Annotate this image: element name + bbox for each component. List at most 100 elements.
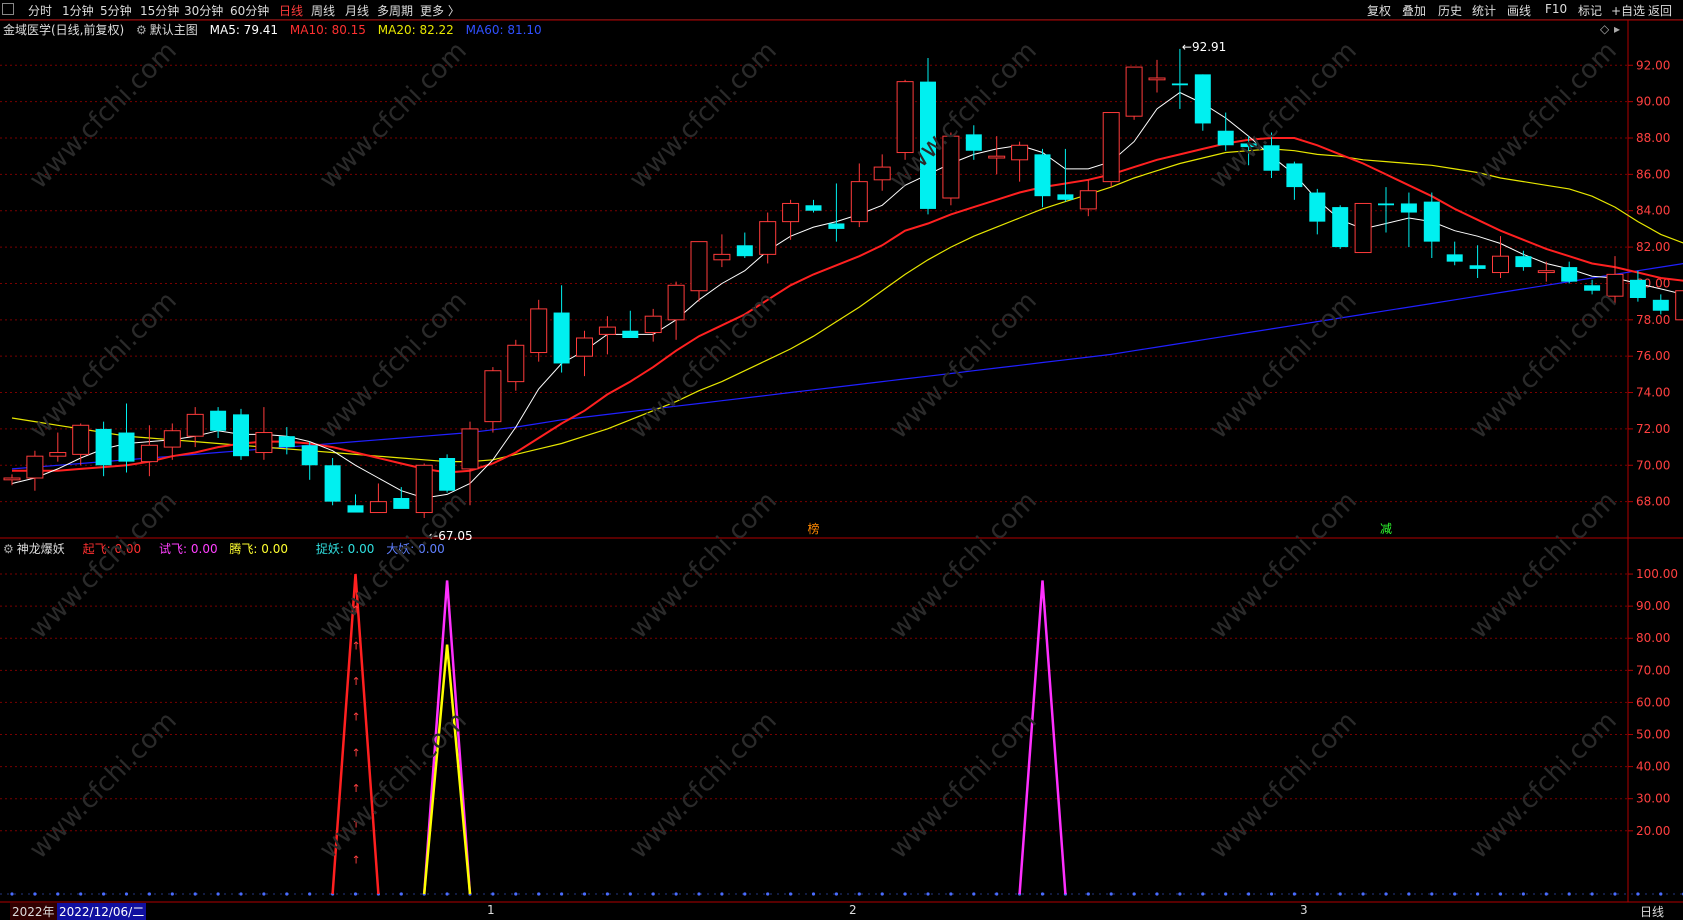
- baseline-dot: [582, 892, 587, 896]
- baseline-dot: [1384, 892, 1388, 896]
- watermark-text: www.cfchi.com: [24, 286, 183, 445]
- baseline-dot: [903, 892, 907, 896]
- candle-body: [1629, 279, 1646, 298]
- price-tick-label: 76.00: [1636, 349, 1670, 363]
- candle-body: [1240, 143, 1257, 148]
- price-tick-label: 82.00: [1636, 240, 1670, 254]
- indicator-tick-label: 60.00: [1636, 695, 1670, 709]
- toolbar-button-1[interactable]: 叠加: [1402, 2, 1426, 19]
- candle-body: [1263, 145, 1280, 171]
- candle-body: [186, 413, 204, 437]
- watermark-text: www.cfchi.com: [24, 36, 183, 195]
- event-label-jian: 减: [1380, 522, 1392, 536]
- baseline-dot: [1498, 892, 1503, 896]
- tab-8[interactable]: 月线: [345, 2, 369, 19]
- period-toolbar: 分时 1分钟 5分钟 15分钟 30分钟 60分钟 日线 周线 月线 多周期 更多 〉 复权 叠加 历史统…: [0, 0, 1683, 20]
- watermark-text: www.cfchi.com: [1464, 36, 1623, 195]
- baseline-dot: [1109, 892, 1113, 896]
- candle-body: [1515, 256, 1532, 268]
- price-tick-label: 72.00: [1636, 422, 1670, 436]
- rise-arrow-icon: ↑: [352, 604, 361, 617]
- kline-chart[interactable]: 68.00 70.00 72.00 74.00 76.00 78.00 80.00 82.00…: [0, 0, 1683, 917]
- baseline-dot: [376, 892, 380, 896]
- tab-4[interactable]: 30分钟: [184, 2, 223, 19]
- toolbar-button-8[interactable]: 返回: [1648, 2, 1672, 19]
- tab-5[interactable]: 60分钟: [230, 2, 269, 19]
- template-gear-icon[interactable]: ⚙: [136, 23, 147, 37]
- candle-body: [644, 315, 662, 334]
- price-tick-label: 80.00: [1636, 276, 1670, 290]
- watermark-text: www.cfchi.com: [884, 706, 1043, 865]
- toolbar-button-2[interactable]: 历史: [1438, 2, 1462, 19]
- toolbar-button-3[interactable]: 统计: [1472, 2, 1496, 19]
- tab-10[interactable]: 更多 〉: [420, 2, 460, 19]
- rise-arrow-icon: ↑: [352, 711, 361, 724]
- template-label[interactable]: 默认主图: [150, 23, 198, 37]
- watermark-text: www.cfchi.com: [624, 706, 783, 865]
- toolbar-button-5[interactable]: F10: [1545, 2, 1567, 16]
- watermark-text: www.cfchi.com: [1204, 36, 1363, 195]
- tab-6[interactable]: 日线: [279, 2, 303, 19]
- indicator-name[interactable]: 神龙爆妖: [17, 542, 65, 556]
- watermark-text: www.cfchi.com: [1464, 286, 1623, 445]
- candle-body: [439, 458, 456, 491]
- ma5-line: [11, 91, 1683, 499]
- indicator-tick-label: 20.00: [1636, 824, 1670, 838]
- candle-body: [507, 344, 525, 383]
- baseline-dot: [1521, 892, 1525, 896]
- candle-body: [1584, 285, 1601, 291]
- shifei-label: 试飞: 0.00: [159, 542, 218, 556]
- tab-0[interactable]: 分时: [28, 2, 52, 19]
- ma10-label: MA10: 80.15: [289, 23, 366, 37]
- candle-body: [1332, 207, 1349, 248]
- toolbar-button-7[interactable]: +自选: [1611, 2, 1645, 19]
- candle-body: [1378, 203, 1394, 206]
- watermark-text: www.cfchi.com: [624, 486, 783, 645]
- baseline-dot: [949, 892, 953, 896]
- tab-1[interactable]: 1分钟: [62, 2, 94, 19]
- candle-body: [1561, 267, 1578, 282]
- candle-body: [140, 444, 158, 463]
- toolbar-button-4[interactable]: 画线: [1507, 2, 1531, 19]
- period-button[interactable]: 日线: [1640, 903, 1664, 920]
- tab-7[interactable]: 周线: [311, 2, 335, 19]
- baseline-dot: [514, 892, 518, 896]
- candle-body: [95, 428, 112, 466]
- tengfei-label: 腾飞: 0.00: [229, 542, 288, 556]
- stock-title: 金域医学(日线,前复权): [3, 23, 125, 37]
- candle-body: [782, 202, 800, 223]
- tab-2[interactable]: 5分钟: [100, 2, 132, 19]
- baseline-dot: [811, 892, 816, 896]
- price-tick-label: 86.00: [1636, 167, 1670, 181]
- candle-body: [530, 308, 548, 354]
- toolbar-button-6[interactable]: 标记: [1578, 2, 1602, 19]
- candle-body: [828, 223, 845, 229]
- spike-2: [422, 644, 472, 895]
- tab-3[interactable]: 15分钟: [140, 2, 179, 19]
- spike-0: [331, 573, 380, 895]
- baseline-dot: [766, 892, 770, 896]
- tab-9[interactable]: 多周期: [377, 2, 413, 19]
- window-menu-icon[interactable]: [2, 3, 14, 15]
- price-tick-label: 88.00: [1636, 131, 1670, 145]
- baseline-dot: [995, 892, 999, 896]
- toolbar-button-0[interactable]: 复权: [1367, 2, 1391, 19]
- baseline-dot: [422, 892, 426, 896]
- candle-body: [1034, 154, 1051, 197]
- watermark-text: www.cfchi.com: [624, 36, 783, 195]
- baseline-dot: [491, 892, 495, 896]
- baseline-dot: [834, 892, 839, 896]
- rise-arrow-icon: ↑: [352, 675, 361, 688]
- candle-body: [667, 284, 685, 321]
- baseline-dot: [720, 892, 724, 896]
- watermark-text: www.cfchi.com: [314, 486, 473, 645]
- candle-body: [576, 337, 593, 357]
- candle-body: [210, 410, 227, 431]
- watermark-text: www.cfchi.com: [314, 286, 473, 445]
- candle-body: [255, 432, 273, 454]
- month-mark-2: 2: [849, 903, 857, 917]
- baseline-dot: [1544, 892, 1548, 896]
- indicator-gear-icon[interactable]: ⚙: [3, 542, 14, 556]
- baseline-dot: [1201, 892, 1205, 896]
- candle-body: [278, 436, 295, 448]
